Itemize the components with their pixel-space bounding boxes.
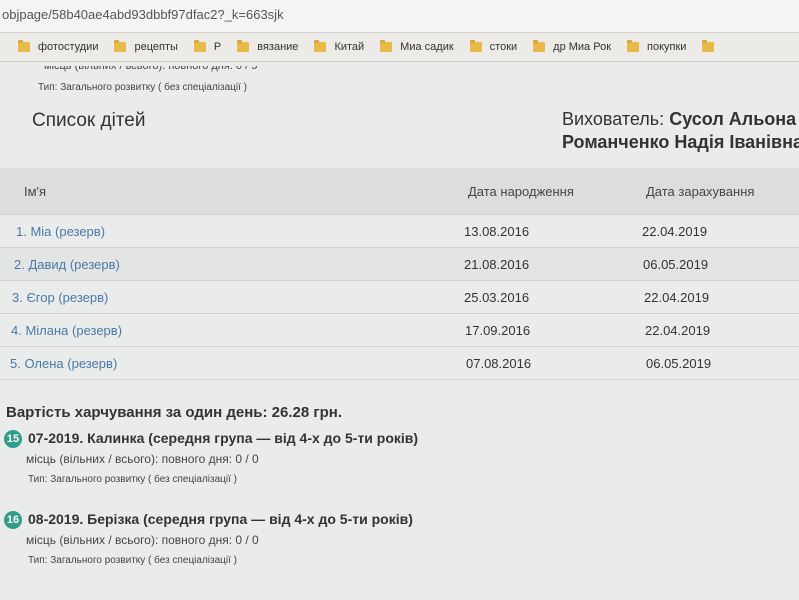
birth-date: 17.09.2016: [465, 323, 531, 338]
child-name-link[interactable]: 2. Давид (резерв): [14, 257, 120, 272]
bookmark-folder[interactable]: рецепты: [114, 40, 178, 53]
table-row: 2. Давид (резерв) 21.08.2016 06.05.2019: [0, 248, 799, 281]
main-content: місць (вільних / всього): повного дня: 0…: [0, 62, 799, 600]
child-name-link[interactable]: 4. Мілана (резерв): [11, 323, 122, 338]
group-places: місць (вільних / всього): повного дня: 0…: [26, 533, 259, 547]
bookmark-folder[interactable]: Миа садик: [380, 40, 454, 53]
children-list-title: Список дітей: [32, 110, 146, 131]
table-row: 4. Мілана (резерв) 17.09.2016 22.04.2019: [0, 314, 799, 347]
screen: objpage/58b40ae4abd93dbbf97dfac2?_k=663s…: [0, 0, 799, 600]
folder-icon: [237, 40, 250, 52]
bookmark-label: Китай: [334, 41, 365, 53]
bookmark-folder[interactable]: Китай: [314, 40, 365, 53]
column-header-enrolled: Дата зарахування: [646, 183, 755, 199]
bookmark-label: стоки: [489, 41, 518, 53]
group-title[interactable]: 07-2019. Калинка (середня група — від 4-…: [28, 430, 418, 446]
enroll-date: 22.04.2019: [645, 323, 711, 338]
folder-icon: [114, 40, 127, 52]
teacher-name-2: Романченко Надія Іванівна: [562, 132, 799, 152]
folder-icon: [193, 40, 206, 52]
enroll-date: 22.04.2019: [644, 290, 710, 305]
enroll-date: 06.05.2019: [646, 356, 712, 371]
child-name-link[interactable]: 1. Міа (резерв): [16, 224, 105, 239]
meal-cost: Вартість харчування за один день: 26.28 …: [6, 404, 343, 421]
bookmark-folder[interactable]: фотостудии: [18, 40, 99, 53]
table-row: 5. Олена (резерв) 07.08.2016 06.05.2019: [0, 347, 799, 380]
group-number-badge: 16: [4, 511, 22, 529]
bookmark-folder[interactable]: др Миа Рок: [533, 40, 612, 53]
teacher-name: Сусол Альона: [669, 109, 797, 129]
group-type: Тип: Загального розвитку ( без спеціаліз…: [28, 555, 238, 566]
folder-icon: [314, 40, 327, 52]
bookmark-folder[interactable]: стоки: [469, 40, 518, 53]
child-name-link[interactable]: 3. Єгор (резерв): [12, 290, 108, 305]
folder-icon: [702, 40, 715, 52]
bookmark-label: фотостудии: [38, 41, 99, 53]
bookmark-label: Миа садик: [400, 41, 454, 53]
birth-date: 13.08.2016: [464, 224, 530, 239]
birth-date: 25.03.2016: [464, 290, 530, 305]
group-places: місць (вільних / всього): повного дня: 0…: [26, 452, 259, 466]
bookmark-folder[interactable]: Р: [193, 40, 222, 53]
child-name-link[interactable]: 5. Олена (резерв): [10, 356, 117, 371]
bookmark-label: покупки: [647, 41, 687, 53]
table-body: 1. Міа (резерв) 13.08.2016 22.04.2019 2.…: [0, 215, 799, 380]
children-table: Ім'я Дата народження Дата зарахування 1.…: [0, 168, 799, 380]
group-title[interactable]: 08-2019. Берізка (середня група — від 4-…: [28, 511, 413, 527]
birth-date: 21.08.2016: [464, 257, 530, 272]
folder-icon: [18, 40, 30, 52]
teacher-line: Вихователь: Сусол Альона: [562, 109, 796, 130]
address-bar[interactable]: objpage/58b40ae4abd93dbbf97dfac2?_k=663s…: [0, 0, 799, 33]
group-places: місць (вільних / всього): повного дня: 0…: [44, 60, 258, 72]
table-row: 3. Єгор (резерв) 25.03.2016 22.04.2019: [0, 281, 799, 314]
table-header: Ім'я Дата народження Дата зарахування: [0, 168, 799, 215]
teacher-label: Вихователь:: [562, 109, 665, 129]
bookmark-label: Р: [213, 41, 222, 53]
group-type: Тип: Загального розвитку ( без спеціаліз…: [28, 474, 238, 485]
bookmark-folder[interactable]: [702, 40, 722, 52]
column-header-birth: Дата народження: [468, 183, 574, 199]
bookmark-label: рецепты: [134, 41, 178, 53]
enroll-date: 22.04.2019: [642, 224, 708, 239]
column-header-name: Ім'я: [24, 183, 47, 199]
enroll-date: 06.05.2019: [643, 257, 709, 272]
group-type: Тип: Загального розвитку ( без спеціаліз…: [38, 82, 248, 93]
folder-icon: [380, 40, 393, 52]
group-number-badge: 15: [4, 430, 22, 448]
url-text[interactable]: objpage/58b40ae4abd93dbbf97dfac2?_k=663s…: [2, 7, 284, 22]
folder-icon: [533, 40, 546, 52]
bookmark-folder[interactable]: покупки: [627, 40, 687, 53]
birth-date: 07.08.2016: [466, 356, 532, 371]
folder-icon: [627, 40, 640, 52]
table-row: 1. Міа (резерв) 13.08.2016 22.04.2019: [0, 215, 799, 248]
bookmark-label: др Миа Рок: [553, 41, 612, 53]
bookmark-label: вязание: [257, 41, 299, 53]
folder-icon: [469, 40, 482, 52]
bookmarks-bar: фотостудии рецепты Р вязание Китай Миа с…: [0, 33, 799, 62]
bookmark-folder[interactable]: вязание: [237, 40, 299, 53]
